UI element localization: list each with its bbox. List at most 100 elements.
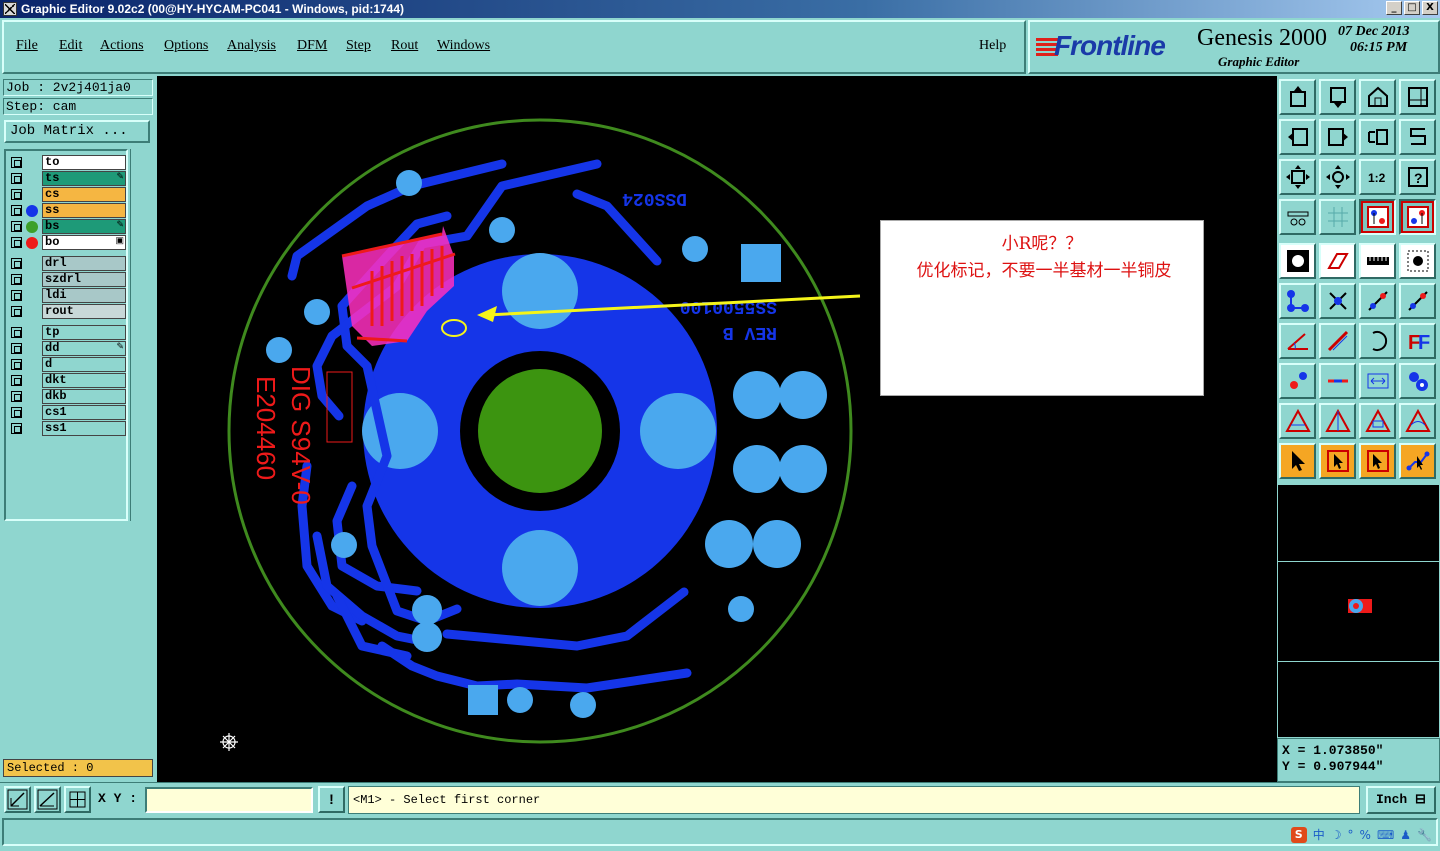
sogou-ime-icon[interactable]: S [1290, 826, 1307, 843]
layer-row-dkt[interactable]: dkt [8, 373, 126, 388]
layer-name[interactable]: szdrl [42, 272, 126, 287]
layer-checkbox[interactable] [11, 237, 22, 248]
alert-button[interactable]: ! [318, 786, 345, 813]
layer-row-tp[interactable]: tp [8, 325, 126, 340]
tool-pan-left-button[interactable] [1279, 119, 1316, 155]
layer-name[interactable]: bs [42, 219, 126, 234]
close-button[interactable]: X [1422, 1, 1438, 15]
tool-net-red2-button[interactable] [1399, 199, 1436, 235]
job-matrix-button[interactable]: Job Matrix ... [4, 120, 150, 143]
layer-name[interactable]: d [42, 357, 126, 372]
tool-cross-button[interactable] [1319, 283, 1356, 319]
layer-row-ss[interactable]: ss [8, 203, 126, 218]
menu-dfm[interactable]: DFM [297, 38, 327, 54]
punctuation-icon[interactable]: ° [1348, 828, 1354, 842]
window-title-bar[interactable]: Graphic Editor 9.02c2 (00@HY-HYCAM-PC041… [0, 0, 1440, 18]
tool-snake-button[interactable] [1399, 119, 1436, 155]
tool-pan-right-button[interactable] [1319, 119, 1356, 155]
angle-snap-button[interactable] [34, 786, 61, 813]
menu-step[interactable]: Step [346, 38, 371, 54]
layer-row-cs1[interactable]: cs1 [8, 405, 126, 420]
layer-checkbox[interactable] [11, 391, 22, 402]
tool-ruler-button[interactable] [1359, 243, 1396, 279]
layer-checkbox[interactable] [11, 375, 22, 386]
layer-name[interactable]: ss1 [42, 421, 126, 436]
layer-name[interactable]: ts [42, 171, 126, 186]
layer-name[interactable]: bo [42, 235, 126, 250]
layer-row-ldi[interactable]: ldi [8, 288, 126, 303]
menu-windows[interactable]: Windows [437, 38, 490, 54]
tool-pointer-select-button[interactable] [1359, 443, 1396, 479]
tool-feature-button[interactable] [1279, 243, 1316, 279]
layer-checkbox[interactable] [11, 343, 22, 354]
grid-snap-button[interactable] [64, 786, 91, 813]
tool-connect-button[interactable] [1279, 283, 1316, 319]
pcb-drawing[interactable]: DSS024 SS5500100 REV B E204460 DIG S94V-… [157, 76, 1277, 782]
layer-name[interactable]: to [42, 155, 126, 170]
tool-swap-button[interactable] [1359, 119, 1396, 155]
tool-triangle4-button[interactable] [1399, 403, 1436, 439]
tool-net-red-button[interactable] [1359, 199, 1396, 235]
layer-row-dkb[interactable]: dkb [8, 389, 126, 404]
layer-checkbox[interactable] [11, 290, 22, 301]
menu-edit[interactable]: Edit [59, 38, 82, 54]
tool-diagonal-button[interactable] [1319, 323, 1356, 359]
layer-row-ts[interactable]: ts ✎ [8, 171, 126, 186]
layer-row-cs[interactable]: cs [8, 187, 126, 202]
menu-options[interactable]: Options [164, 38, 208, 54]
graphic-canvas[interactable]: DSS024 SS5500100 REV B E204460 DIG S94V-… [157, 76, 1277, 782]
tool-pointer-box-button[interactable] [1319, 443, 1356, 479]
layer-name[interactable]: rout [42, 304, 126, 319]
layer-checkbox[interactable] [11, 173, 22, 184]
layer-name[interactable]: tp [42, 325, 126, 340]
layer-name[interactable]: cs1 [42, 405, 126, 420]
layer-checkbox[interactable] [11, 205, 22, 216]
tool-grid-button[interactable] [1319, 199, 1356, 235]
tool-arc-button[interactable] [1359, 323, 1396, 359]
layer-name[interactable]: ldi [42, 288, 126, 303]
tool-window-button[interactable] [1399, 79, 1436, 115]
layer-checkbox[interactable] [11, 189, 22, 200]
tool-angle-button[interactable] [1279, 323, 1316, 359]
layer-name[interactable]: cs [42, 187, 126, 202]
tool-select-area-button[interactable] [1399, 243, 1436, 279]
user-icon[interactable]: ♟ [1400, 828, 1411, 842]
tool-pointer-button[interactable] [1279, 443, 1316, 479]
tool-help-button[interactable]: ? [1399, 159, 1436, 195]
percent-icon[interactable]: % [1360, 828, 1371, 842]
layer-checkbox[interactable] [11, 274, 22, 285]
layer-row-to[interactable]: to [8, 155, 126, 170]
menu-actions[interactable]: Actions [100, 38, 144, 54]
layer-checkbox[interactable] [11, 407, 22, 418]
layer-row-drl[interactable]: drl [8, 256, 126, 271]
wrench-icon[interactable]: 🔧 [1417, 828, 1432, 842]
layer-checkbox[interactable] [11, 306, 22, 317]
menu-rout[interactable]: Rout [391, 38, 418, 54]
menu-help[interactable]: Help [979, 38, 1006, 54]
tool-zoom-center-button[interactable] [1319, 159, 1356, 195]
layer-checkbox[interactable] [11, 359, 22, 370]
tool-zoom-fit-button[interactable] [1279, 159, 1316, 195]
tool-text-f-button[interactable]: FF [1399, 323, 1436, 359]
menu-file[interactable]: File [16, 38, 38, 54]
layer-name[interactable]: ss [42, 203, 126, 218]
tool-line-dot2-button[interactable] [1399, 283, 1436, 319]
layer-name[interactable]: drl [42, 256, 126, 271]
layer-checkbox[interactable] [11, 221, 22, 232]
tool-triangle2-button[interactable] [1319, 403, 1356, 439]
layer-checkbox[interactable] [11, 327, 22, 338]
ime-toolbar[interactable]: S 中 ☽ ° % ⌨ ♟ 🔧 [1290, 826, 1432, 843]
layer-name[interactable]: dd [42, 341, 126, 356]
tool-layer-down-button[interactable] [1319, 79, 1356, 115]
tool-triangle3-button[interactable] [1359, 403, 1396, 439]
tool-dash-button[interactable] [1319, 363, 1356, 399]
layer-row-rout[interactable]: rout [8, 304, 126, 319]
minimap[interactable] [1277, 484, 1440, 738]
units-select[interactable]: Inch ⊟ [1366, 786, 1436, 814]
ime-chinese-mode[interactable]: 中 [1313, 826, 1325, 843]
tool-layer-up-button[interactable] [1279, 79, 1316, 115]
layer-scrollbar[interactable] [130, 149, 152, 521]
maximize-button[interactable]: □ [1404, 1, 1420, 15]
layer-name[interactable]: dkb [42, 389, 126, 404]
tool-copper-button[interactable] [1399, 363, 1436, 399]
